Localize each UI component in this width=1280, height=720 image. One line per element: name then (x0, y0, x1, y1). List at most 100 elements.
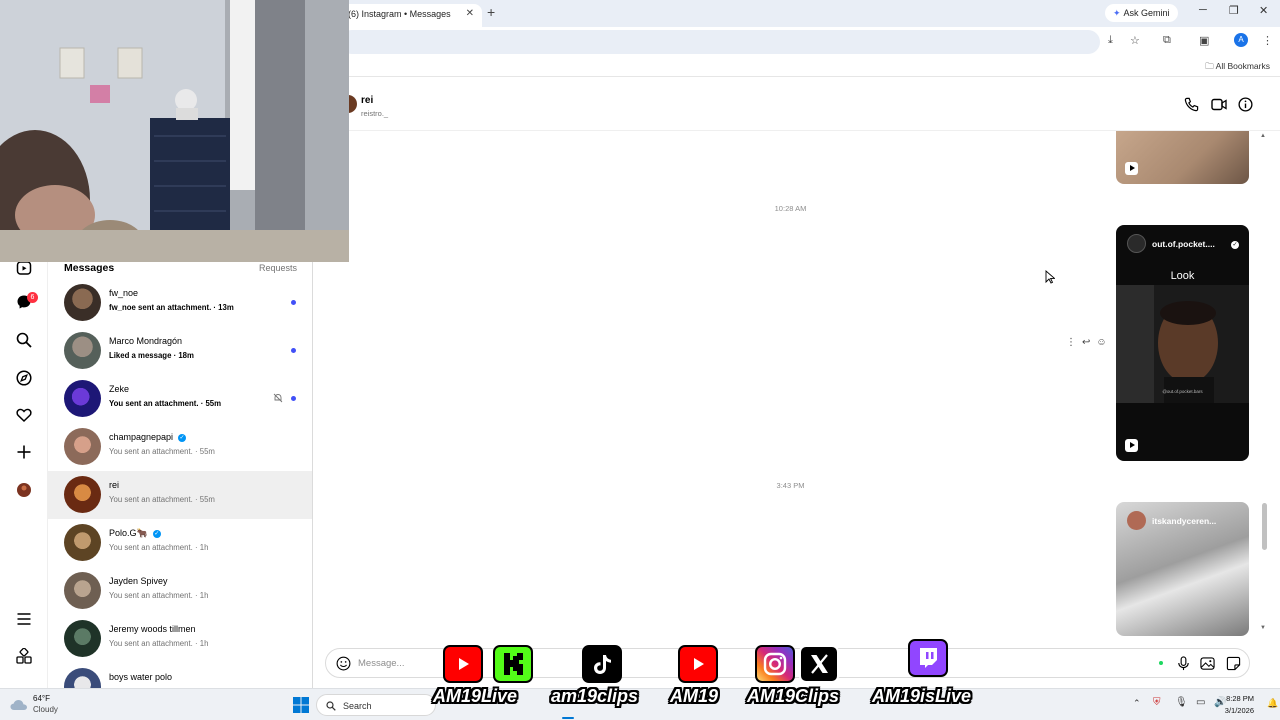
profile-avatar[interactable]: A (1234, 33, 1248, 47)
photo-upload-icon[interactable] (1200, 656, 1215, 671)
shared-reel[interactable]: out.of.pocket.... ✓ Look @out.of.pocket.… (1116, 225, 1249, 461)
extensions-icon[interactable]: ⧉ (1163, 34, 1171, 47)
twitch-logo-icon (908, 639, 948, 677)
audio-call-icon[interactable] (1184, 97, 1199, 112)
more-options-icon[interactable]: ⋮ (1066, 337, 1082, 348)
mouse-cursor-icon (1045, 270, 1055, 284)
notification-count-badge: 6 (27, 292, 38, 303)
conversation-name: champagnepapi (109, 432, 174, 442)
react-emoji-icon[interactable]: ☺ (1096, 337, 1112, 348)
x-twitter-logo-icon (799, 645, 839, 683)
tray-overflow-chevron-icon[interactable]: ⌃ (1133, 698, 1141, 709)
avatar (64, 668, 101, 688)
taskbar-clock-time[interactable]: 8:28 PM (1226, 694, 1254, 703)
conversation-row[interactable]: Jayden Spivey You sent an attachment. · … (48, 567, 312, 615)
all-bookmarks-button[interactable]: 🗀 All Bookmarks (1205, 61, 1270, 75)
tray-microphone-icon[interactable]: 🎙 (1175, 697, 1188, 708)
conversation-list-header: Messages Requests (64, 262, 297, 276)
webcam-overlay (0, 0, 349, 262)
menu-hamburger-icon[interactable] (16, 611, 32, 627)
instagram-logo-icon (755, 645, 795, 683)
create-plus-icon[interactable] (16, 444, 32, 460)
conversation-row[interactable]: Zeke You sent an attachment. · 55m (48, 375, 312, 423)
instagram-nav-rail (0, 262, 48, 688)
taskbar-search[interactable]: Search (316, 694, 436, 716)
conversation-row[interactable]: fw_noe fw_noe sent an attachment. · 13m (48, 279, 312, 327)
scroll-up-icon[interactable]: ▲ (1260, 133, 1266, 139)
reels-icon[interactable] (16, 262, 32, 278)
conversation-name-with-verified: Polo.G🐂 ✓ (109, 528, 161, 539)
avatar (64, 524, 101, 561)
conversation-row[interactable]: Polo.G🐂 ✓ You sent an attachment. · 1h (48, 519, 312, 567)
chat-contact-name[interactable]: rei (361, 95, 373, 106)
message-thread: 10:28 AM out.of.pocket.... ✓ Look @out.o… (313, 131, 1268, 636)
message-input[interactable]: Message... (358, 658, 404, 669)
cloudy-weather-icon (10, 700, 27, 710)
also-from-meta-icon[interactable] (16, 648, 32, 664)
reel-author-avatar (1127, 511, 1146, 530)
all-bookmarks-label: All Bookmarks (1215, 61, 1270, 71)
bookmark-star-icon[interactable]: ☆ (1130, 34, 1140, 47)
conversation-name: fw_noe (109, 288, 139, 298)
tab-instagram-messages[interactable]: (6) Instagram • Messages ✕ (340, 4, 482, 27)
restore-icon[interactable]: ❐ (1229, 4, 1239, 17)
conversation-row[interactable]: Marco Mondragón Liked a message · 18m (48, 327, 312, 375)
tray-display-icon[interactable]: ▭ (1196, 697, 1205, 708)
scroll-down-icon[interactable]: ▼ (1260, 625, 1266, 631)
voice-message-icon[interactable] (1177, 656, 1190, 671)
tab-close-icon[interactable]: ✕ (466, 4, 474, 24)
new-tab-button[interactable]: + (487, 4, 495, 20)
conversation-preview: You sent an attachment. · 1h (109, 591, 209, 600)
conversation-row[interactable]: boys water polo (48, 663, 312, 688)
explore-icon[interactable] (16, 370, 32, 386)
message-timestamp: 10:28 AM (774, 204, 807, 213)
browser-menu-icon[interactable]: ⋮ (1262, 34, 1273, 47)
conversation-preview: You sent an attachment. · 55m (109, 399, 222, 408)
conversation-row[interactable]: Jeremy woods tillmen You sent an attachm… (48, 615, 312, 663)
windows-start-icon[interactable] (293, 697, 309, 713)
unread-dot (291, 348, 296, 353)
close-window-icon[interactable]: ✕ (1259, 4, 1268, 17)
windows-taskbar: 64°F Cloudy Search ⌃ ⛨ 🎙 ▭ 🔊 8:28 PM 3/1… (0, 688, 1280, 720)
shared-reel[interactable]: itskandyceren... (1116, 502, 1249, 636)
scroll-thumb[interactable] (1262, 503, 1267, 550)
conversation-preview: You sent an attachment. · 1h (109, 543, 209, 552)
emoji-picker-icon[interactable] (336, 656, 351, 671)
shared-reel-previous[interactable] (1116, 131, 1249, 184)
tab-title: (6) Instagram • Messages (348, 9, 451, 19)
conversation-preview: fw_noe sent an attachment. · 13m (109, 303, 234, 312)
install-app-icon[interactable]: ⤓ (1108, 34, 1113, 47)
notification-center-icon[interactable]: 🔔 (1267, 698, 1278, 709)
profile-avatar-icon[interactable] (16, 482, 32, 498)
avatar (64, 476, 101, 513)
chat-header: rei reistro._ (313, 77, 1280, 131)
reply-icon[interactable]: ↩ (1082, 337, 1096, 348)
reel-author-avatar (1127, 234, 1146, 253)
conversation-row[interactable]: champagnepapi ✓ You sent an attachment. ·… (48, 423, 312, 471)
conversation-name: boys water polo (109, 672, 173, 682)
sticker-icon[interactable] (1226, 656, 1241, 671)
messages-heading: Messages (64, 262, 115, 274)
conversation-preview: You sent an attachment. · 1h (109, 639, 209, 648)
overlay-handle-youtube-main: AM19 (670, 686, 719, 706)
conversation-row-active[interactable]: rei You sent an attachment. · 55m (48, 471, 312, 519)
reel-play-icon (1125, 162, 1138, 175)
thread-scrollbar[interactable]: ▲ ▼ (1260, 131, 1268, 636)
conversation-info-icon[interactable] (1238, 97, 1253, 112)
reel-author-name: itskandyceren... (1152, 516, 1217, 526)
weather-temperature[interactable]: 64°F (33, 694, 50, 703)
video-call-icon[interactable] (1211, 97, 1227, 112)
requests-link[interactable]: Requests (259, 263, 297, 273)
youtube-clips-logo-icon (678, 645, 718, 683)
ask-gemini-label: Ask Gemini (1123, 8, 1170, 18)
tray-security-icon[interactable]: ⛨ (1153, 697, 1161, 708)
ask-gemini-button[interactable]: ✦ Ask Gemini (1105, 4, 1178, 22)
conversation-name: rei (109, 480, 120, 490)
notifications-heart-icon[interactable] (16, 407, 32, 423)
reel-thumbnail (1116, 285, 1249, 403)
minimize-icon[interactable]: ─ (1199, 4, 1207, 16)
side-panel-icon[interactable]: ▣ (1199, 34, 1209, 47)
search-icon[interactable] (16, 332, 32, 348)
weather-condition: Cloudy (33, 705, 58, 714)
address-bar[interactable] (340, 30, 1100, 54)
